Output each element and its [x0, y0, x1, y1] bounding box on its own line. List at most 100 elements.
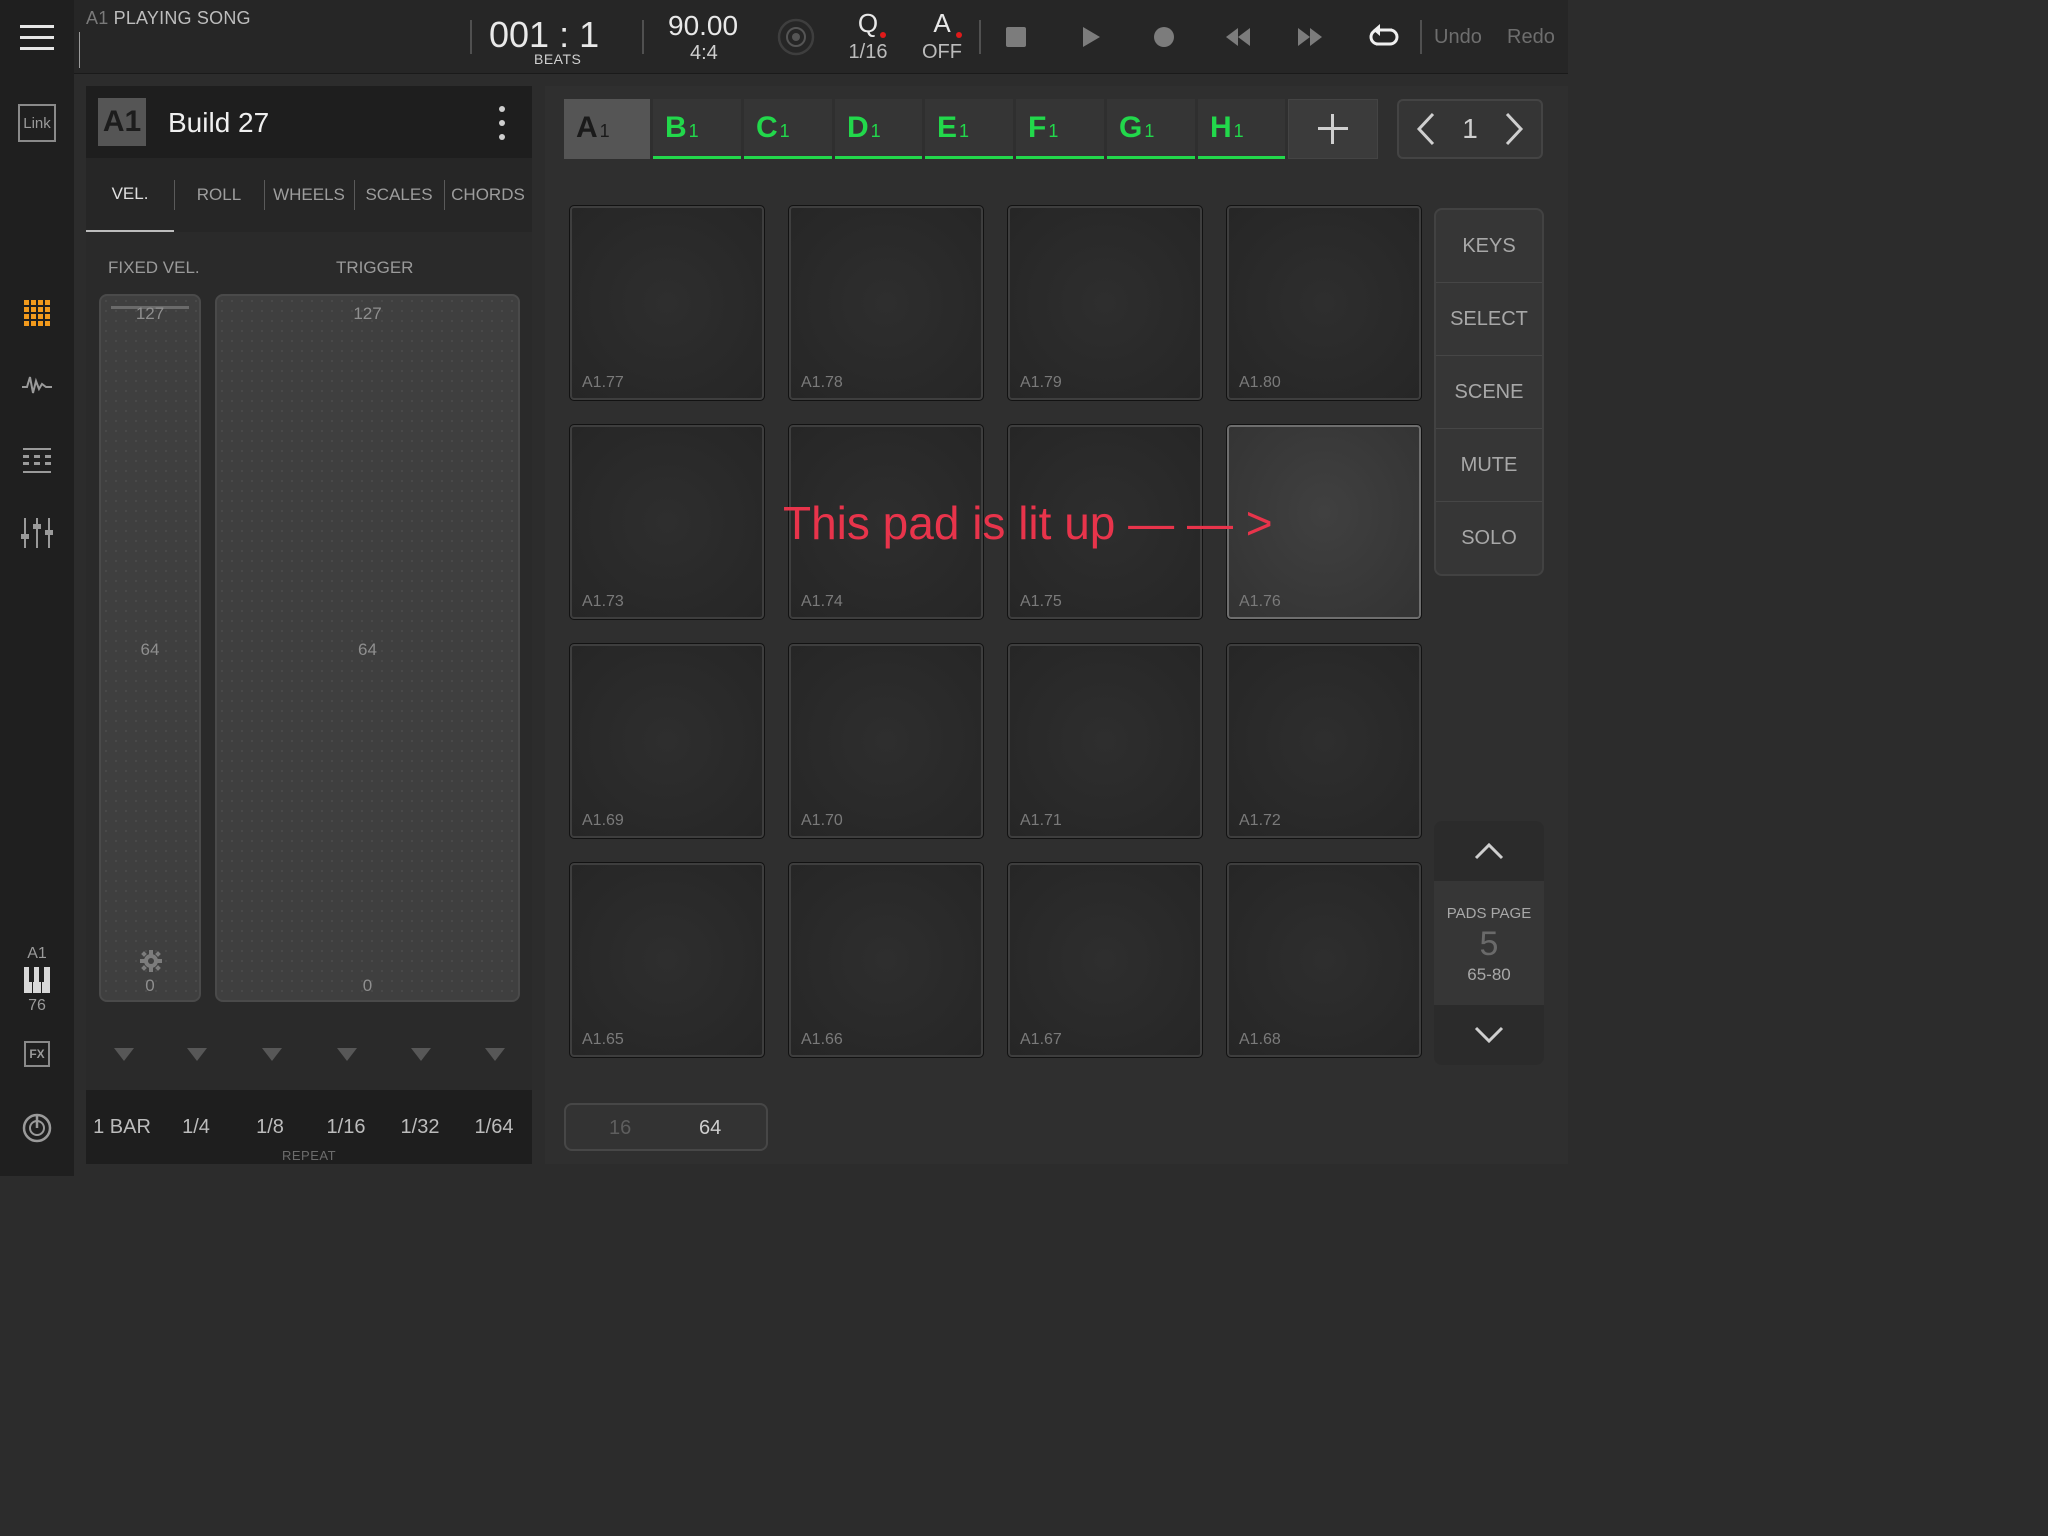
pad-a1-70[interactable]: A1.70 [788, 643, 984, 839]
bank-tab-e[interactable]: E1 [925, 99, 1013, 159]
repeat-sixteenth-arrow-icon[interactable] [337, 1048, 357, 1061]
pad-count-toggle: 16 64 [564, 1103, 768, 1151]
more-options-icon[interactable] [492, 106, 512, 140]
pager-prev-button[interactable] [1415, 111, 1437, 152]
fixed-velocity-mid: 64 [140, 640, 160, 659]
tab-scales[interactable]: SCALES [354, 158, 444, 232]
play-button[interactable] [1080, 25, 1102, 54]
bank-tab-d[interactable]: D1 [835, 99, 922, 159]
bank-tab-a[interactable]: A1 [564, 99, 650, 159]
automation-control[interactable]: A OFF [920, 8, 964, 64]
pad-a1-80[interactable]: A1.80 [1226, 205, 1422, 401]
fixed-velocity-strip[interactable]: 127 64 0 [99, 294, 201, 1002]
tab-roll[interactable]: ROLL [174, 158, 264, 232]
pad-count-64[interactable]: 64 [699, 1117, 721, 1140]
bank-letter: D [847, 110, 869, 144]
bank-tab-c[interactable]: C1 [744, 99, 832, 159]
bank-letter: E [937, 110, 958, 144]
pad-a1-69[interactable]: A1.69 [569, 643, 765, 839]
trigger-mid: 64 [358, 640, 377, 659]
fx-view-button[interactable]: FX [0, 1040, 74, 1068]
trigger-strip[interactable]: 127 64 0 [215, 294, 520, 1002]
repeat-1bar-arrow-icon[interactable] [114, 1048, 134, 1061]
record-icon [1154, 27, 1174, 47]
sampler-view-button[interactable] [0, 368, 74, 402]
time-signature[interactable]: 4:4 [690, 42, 718, 65]
chevron-down-icon [1474, 1026, 1504, 1044]
fixed-velocity-min: 0 [145, 976, 155, 995]
gear-icon[interactable] [140, 950, 162, 977]
tab-velocity[interactable]: VEL. [86, 158, 174, 232]
pads-page-label: PADS PAGE [1446, 905, 1532, 922]
mute-button[interactable]: MUTE [1436, 429, 1542, 502]
bank-tab-g[interactable]: G1 [1107, 99, 1195, 159]
menu-button[interactable] [0, 18, 74, 58]
pad-a1-78[interactable]: A1.78 [788, 205, 984, 401]
mixer-view-button[interactable] [0, 516, 74, 550]
song-status: A1 PLAYING SONG [86, 8, 251, 29]
track-badge[interactable]: A1 [98, 98, 146, 146]
pads-page-up-button[interactable] [1434, 821, 1544, 881]
link-button[interactable]: Link [0, 103, 74, 143]
pad-a1-79[interactable]: A1.79 [1007, 205, 1203, 401]
pad-a1-65[interactable]: A1.65 [569, 862, 765, 1058]
metronome-button[interactable] [0, 1112, 74, 1144]
chevron-right-icon [1505, 112, 1524, 146]
pad-a1-72[interactable]: A1.72 [1226, 643, 1422, 839]
stop-button[interactable] [1005, 26, 1027, 53]
pads-view-button[interactable] [0, 296, 74, 330]
pad-label: A1.68 [1239, 1031, 1281, 1048]
repeat-1-4[interactable]: 1/4 [160, 1116, 232, 1139]
target-icon [777, 18, 815, 56]
solo-button[interactable]: SOLO [1436, 502, 1542, 575]
pads-page-down-button[interactable] [1434, 1005, 1544, 1065]
scene-button[interactable]: SCENE [1436, 356, 1542, 429]
pad-label: A1.75 [1020, 593, 1062, 610]
repeat-64th-arrow-icon[interactable] [485, 1048, 505, 1061]
repeat-1-16[interactable]: 1/16 [309, 1116, 383, 1139]
repeat-1-32[interactable]: 1/32 [383, 1116, 457, 1139]
keyboard-view-button[interactable] [0, 966, 74, 994]
pad-a1-77[interactable]: A1.77 [569, 205, 765, 401]
pad-count-16[interactable]: 16 [609, 1117, 631, 1140]
pads-page-number: 5 [1479, 925, 1499, 963]
repeat-1-bar[interactable]: 1 BAR [86, 1116, 158, 1139]
bank-tab-h[interactable]: H1 [1198, 99, 1285, 159]
add-bank-button[interactable] [1288, 99, 1378, 159]
bank-tab-b[interactable]: B1 [653, 99, 741, 159]
pad-a1-73[interactable]: A1.73 [569, 424, 765, 620]
record-button[interactable] [1152, 25, 1176, 54]
rewind-button[interactable] [1224, 25, 1252, 54]
repeat-eighth-arrow-icon[interactable] [262, 1048, 282, 1061]
keys-button[interactable]: KEYS [1436, 210, 1542, 283]
undo-button[interactable]: Undo [1434, 26, 1482, 49]
pad-a1-67[interactable]: A1.67 [1007, 862, 1203, 1058]
quantize-control[interactable]: Q 1/16 [844, 8, 892, 64]
pad-a1-71[interactable]: A1.71 [1007, 643, 1203, 839]
count-in-button[interactable] [776, 17, 816, 62]
track-name[interactable]: Build 27 [168, 107, 269, 139]
repeat-quarter-arrow-icon[interactable] [187, 1048, 207, 1061]
pads-page-selector: PADS PAGE 5 65-80 [1434, 821, 1544, 1065]
repeat-1-8[interactable]: 1/8 [234, 1116, 306, 1139]
rail-track-label: A1 [27, 945, 47, 962]
repeat-1-64[interactable]: 1/64 [457, 1116, 531, 1139]
pad-a1-68[interactable]: A1.68 [1226, 862, 1422, 1058]
pad-a1-66[interactable]: A1.66 [788, 862, 984, 1058]
bank-number: 1 [1144, 121, 1155, 141]
fast-forward-button[interactable] [1296, 25, 1324, 54]
pager-next-button[interactable] [1503, 111, 1525, 152]
note-repeat-bar: 1 BAR 1/4 1/8 1/16 1/32 1/64 REPEAT [86, 1090, 532, 1164]
position-display[interactable]: 001 : 1 [489, 14, 599, 56]
tab-chords[interactable]: CHORDS [444, 158, 532, 232]
sequencer-view-button[interactable] [0, 444, 74, 478]
repeat-32nd-arrow-icon[interactable] [411, 1048, 431, 1061]
bank-tab-f[interactable]: F1 [1016, 99, 1104, 159]
tab-wheels[interactable]: WHEELS [264, 158, 354, 232]
loop-button[interactable] [1368, 22, 1400, 57]
fast-forward-icon [1298, 28, 1322, 46]
redo-button[interactable]: Redo [1507, 26, 1555, 49]
select-button[interactable]: SELECT [1436, 283, 1542, 356]
chevron-up-icon [1474, 842, 1504, 860]
tempo-display[interactable]: 90.00 [668, 10, 738, 42]
